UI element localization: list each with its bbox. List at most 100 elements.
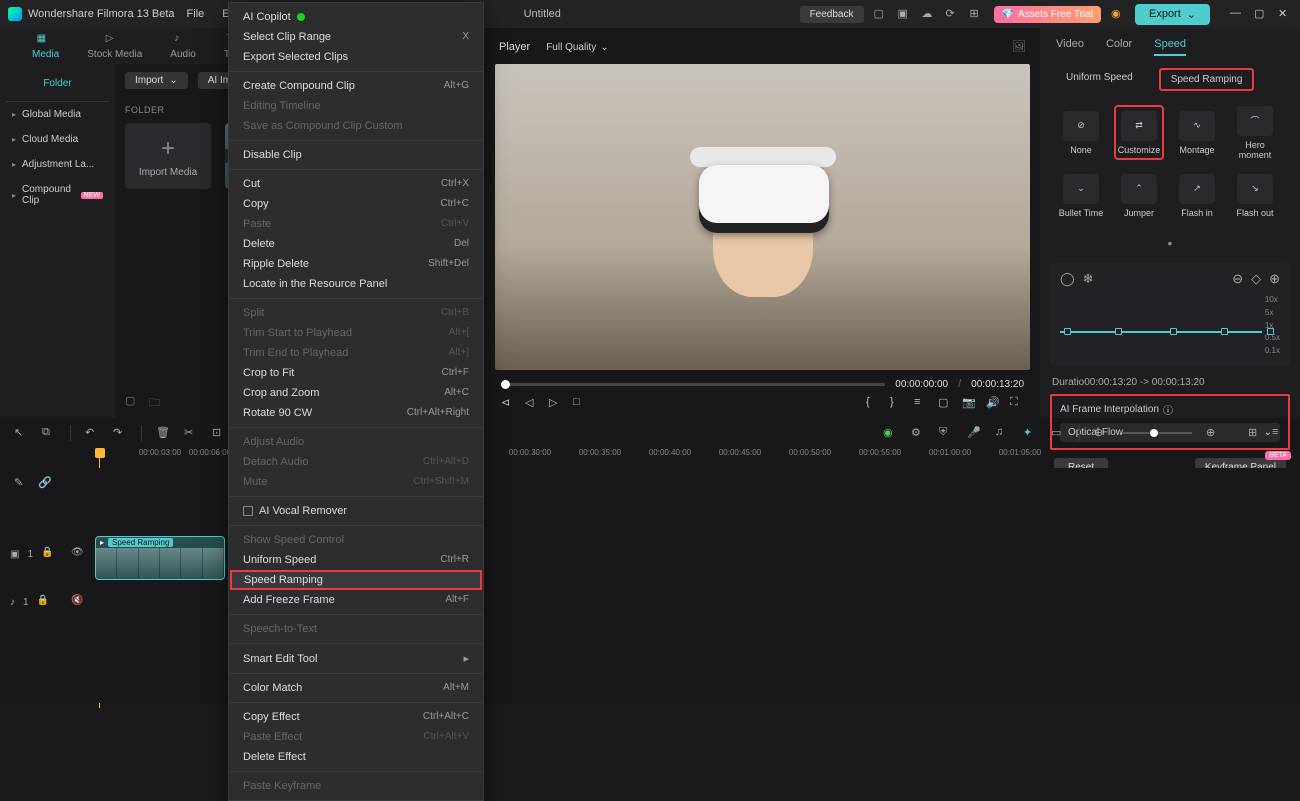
aspect-icon[interactable]: ▭ [1051, 426, 1065, 440]
video-clip[interactable]: ▸Speed Ramping [95, 536, 225, 580]
play-icon[interactable]: ▷ [549, 396, 563, 410]
crop-icon[interactable]: ⊡ [212, 426, 226, 440]
camera-icon[interactable]: 📷 [962, 396, 976, 410]
tab-media[interactable]: ▦Media [18, 29, 73, 64]
screen-icon[interactable]: ▢ [874, 7, 888, 21]
effects-icon[interactable]: ✦ [1023, 426, 1037, 440]
video-track-header[interactable]: ▣ 1 🔒 👁 [0, 530, 95, 578]
apps-icon[interactable]: ⊞ [970, 7, 984, 21]
placeholder-icon[interactable]: ▢ [125, 394, 139, 408]
import-button[interactable]: Import ⌄ [125, 72, 188, 89]
preset-customize[interactable]: ⇄Customize [1114, 105, 1164, 160]
speed-curve[interactable]: 10x 5x 1x 0.5x 0.1x [1060, 295, 1280, 355]
menu-item-disable-clip[interactable]: Disable Clip [229, 145, 483, 165]
prop-tab-color[interactable]: Color [1106, 38, 1132, 56]
menu-item-copy[interactable]: CopyCtrl+C [229, 194, 483, 214]
prop-tab-video[interactable]: Video [1056, 38, 1084, 56]
scrub-handle[interactable] [501, 380, 510, 389]
menu-item-cut[interactable]: CutCtrl+X [229, 174, 483, 194]
audio-track-header[interactable]: ♪ 1 🔒 🔇 [0, 578, 95, 626]
prev-frame-icon[interactable]: ⊲ [501, 396, 515, 410]
add-keyframe-icon[interactable]: ⊕ [1269, 271, 1280, 287]
pagination-dots[interactable]: • [1050, 233, 1290, 259]
cut-icon[interactable]: ✂ [184, 426, 198, 440]
folder-icon[interactable]: 🗀 [149, 394, 163, 408]
folder-cloud-media[interactable]: ▸Cloud Media [6, 127, 109, 152]
mic-icon[interactable]: 🎤 [967, 426, 981, 440]
menu-item-export-selected-clips[interactable]: Export Selected Clips [229, 47, 483, 67]
export-button[interactable]: Export ⌄ [1135, 4, 1210, 25]
menu-item-delete[interactable]: DeleteDel [229, 234, 483, 254]
menu-item-delete-effect[interactable]: Delete Effect [229, 747, 483, 767]
mute-icon[interactable]: 🔇 [71, 595, 85, 609]
magnet-icon[interactable]: ⧉ [42, 426, 56, 440]
zoom-out-icon[interactable]: ⊖ [1094, 426, 1108, 440]
scrub-bar[interactable] [501, 383, 885, 386]
loop-icon[interactable]: ◯ [1060, 271, 1075, 287]
speed-tool-icon[interactable]: ◉ [883, 426, 897, 440]
remove-keyframe-icon[interactable]: ⊖ [1232, 271, 1243, 287]
gear-icon[interactable]: ⚙ [911, 426, 925, 440]
keyframe-icon[interactable]: ◇ [1251, 271, 1261, 287]
preset-bullet-time[interactable]: ⌄Bullet Time [1056, 168, 1106, 223]
feedback-button[interactable]: Feedback [800, 6, 864, 23]
menu-item-ai-vocal-remover[interactable]: AI Vocal Remover [229, 501, 483, 521]
menu-item-smart-edit-tool[interactable]: Smart Edit Tool▸ [229, 648, 483, 669]
shield-icon[interactable]: ⛨ [939, 426, 953, 440]
menu-item-rotate-90-cw[interactable]: Rotate 90 CWCtrl+Alt+Right [229, 403, 483, 423]
menu-item-color-match[interactable]: Color MatchAlt+M [229, 678, 483, 698]
zoom-in-icon[interactable]: ⊕ [1206, 426, 1220, 440]
pointer-tool-icon[interactable]: ↖ [14, 426, 28, 440]
close-button[interactable]: ✕ [1278, 7, 1292, 21]
menu-item-locate-in-the-resource-panel[interactable]: Locate in the Resource Panel [229, 274, 483, 294]
eye-icon[interactable]: 👁 [71, 547, 85, 561]
zoom-slider[interactable] [1122, 432, 1192, 434]
preset-flash-out[interactable]: ↘Flash out [1230, 168, 1280, 223]
minimize-button[interactable]: — [1230, 7, 1244, 21]
stop-icon[interactable]: □ [573, 396, 587, 410]
menu-item-ripple-delete[interactable]: Ripple DeleteShift+Del [229, 254, 483, 274]
video-preview[interactable] [495, 64, 1030, 370]
undo-icon[interactable]: ↶ [85, 426, 99, 440]
image-icon[interactable]: ▣ [898, 7, 912, 21]
menu-item-create-compound-clip[interactable]: Create Compound ClipAlt+G [229, 76, 483, 96]
zoom-handle[interactable] [1150, 429, 1158, 437]
tab-audio[interactable]: ♪Audio [156, 29, 210, 64]
folder-global-media[interactable]: ▸Global Media [6, 102, 109, 127]
menu-item-add-freeze-frame[interactable]: Add Freeze FrameAlt+F [229, 590, 483, 610]
list-icon[interactable]: ≡ [914, 396, 928, 410]
track-edit-icon[interactable]: ✎ [14, 476, 28, 490]
tab-stock-media[interactable]: ▷Stock Media [73, 29, 156, 64]
menu-file[interactable]: File [187, 8, 205, 20]
menu-item-crop-and-zoom[interactable]: Crop and ZoomAlt+C [229, 383, 483, 403]
subtab-uniform-speed[interactable]: Uniform Speed [1056, 68, 1143, 91]
quality-select[interactable]: Full Quality ⌄ [546, 42, 608, 53]
folder-adjustment-layer[interactable]: ▸Adjustment La... [6, 152, 109, 177]
menu-item-select-clip-range[interactable]: Select Clip RangeX [229, 27, 483, 47]
assets-free-trial-button[interactable]: 💎 Assets Free Trial [994, 6, 1101, 23]
list-view-icon[interactable]: ≡ [1272, 426, 1286, 440]
menu-item-copy-effect[interactable]: Copy EffectCtrl+Alt+C [229, 707, 483, 727]
preset-montage[interactable]: ∿Montage [1172, 105, 1222, 160]
grid-view-icon[interactable]: ⊞ [1248, 426, 1262, 440]
menu-item-uniform-speed[interactable]: Uniform SpeedCtrl+R [229, 550, 483, 570]
folder-compound-clip[interactable]: ▸Compound Clip NEW [6, 177, 109, 213]
subtab-speed-ramping[interactable]: Speed Ramping [1159, 68, 1255, 91]
preset-hero-moment[interactable]: ⌒Hero moment [1230, 105, 1280, 160]
maximize-button[interactable]: ▢ [1254, 7, 1268, 21]
menu-item-speed-ramping[interactable]: Speed Ramping [230, 570, 482, 590]
menu-item-ai-copilot[interactable]: AI Copilot [229, 7, 483, 27]
preset-flash-in[interactable]: ↗Flash in [1172, 168, 1222, 223]
preset-none[interactable]: ⊘None [1056, 105, 1106, 160]
info-icon[interactable]: ⓘ [1163, 402, 1173, 417]
import-media-tile[interactable]: + Import Media [125, 123, 211, 189]
snapshot-button[interactable]: 🖼 [1012, 40, 1026, 54]
mark-in-icon[interactable]: { [866, 396, 880, 410]
link-icon[interactable]: 🔗 [38, 476, 52, 490]
music-icon[interactable]: ♫ [995, 426, 1009, 440]
menu-item-crop-to-fit[interactable]: Crop to FitCtrl+F [229, 363, 483, 383]
play-back-icon[interactable]: ◁ [525, 396, 539, 410]
delete-icon[interactable]: 🗑 [156, 426, 170, 440]
volume-icon[interactable]: 🔊 [986, 396, 1000, 410]
sync-icon[interactable]: ⟳ [946, 7, 960, 21]
